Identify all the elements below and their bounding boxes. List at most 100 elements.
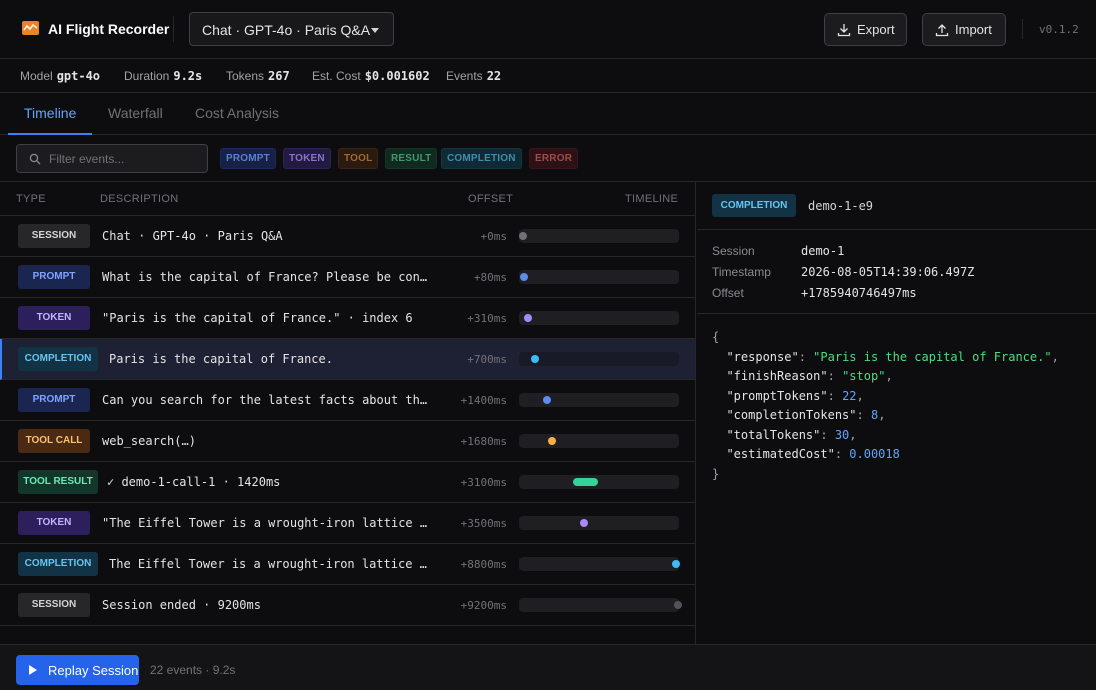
meta-value: 2026-08-05T14:39:06.497Z — [801, 265, 975, 279]
event-offset: +80ms — [473, 271, 507, 284]
event-detail-panel: COMPLETION demo-1-e9 Session demo-1 Time… — [697, 182, 1096, 644]
json-estimated-cost: 0.00018 — [849, 447, 900, 461]
meta-key: Timestamp — [712, 265, 771, 279]
timeline-marker — [580, 519, 588, 527]
timeline-track — [519, 229, 679, 243]
event-description: Session ended · 9200ms — [102, 598, 261, 612]
timeline-track — [519, 557, 680, 571]
timeline-marker — [543, 396, 551, 404]
stat-events: Events 22 — [446, 69, 502, 83]
header-divider — [1022, 19, 1023, 39]
chevron-down-icon — [371, 28, 379, 33]
table-row[interactable]: COMPLETION Paris is the capital of Franc… — [0, 339, 695, 380]
flight-recorder-logo-icon — [22, 21, 39, 35]
filter-chip-prompt[interactable]: PROMPT — [220, 148, 276, 169]
detail-event-id: demo-1-e9 — [808, 199, 874, 213]
detail-json-payload: { "response": "Paris is the capital of F… — [712, 330, 1059, 481]
event-type-badge: SESSION — [18, 593, 90, 617]
event-offset: +1400ms — [460, 394, 507, 407]
json-completion-tokens: 8 — [870, 408, 879, 422]
table-row[interactable]: PROMPT Can you search for the latest fac… — [0, 380, 695, 421]
event-type-badge: SESSION — [18, 224, 90, 248]
search-input[interactable] — [49, 150, 199, 168]
stat-tokens: Tokens 267 — [226, 69, 290, 83]
filter-chip-tool[interactable]: TOOL — [338, 148, 379, 169]
timeline-marker — [674, 601, 682, 609]
event-offset: +1680ms — [460, 435, 507, 448]
timeline-track — [519, 516, 679, 530]
event-type-badge: COMPLETION — [18, 347, 98, 371]
json-finish-reason: "stop" — [842, 369, 886, 383]
event-offset: +310ms — [467, 312, 507, 325]
event-description: "Paris is the capital of France." · inde… — [102, 311, 413, 325]
replay-session-button[interactable]: Replay Session — [16, 655, 139, 685]
export-button[interactable]: Export — [824, 13, 907, 46]
version-label: v0.1.2 — [1039, 23, 1079, 36]
detail-type-badge: COMPLETION — [712, 194, 796, 217]
tab-timeline[interactable]: Timeline — [24, 105, 76, 121]
event-offset: +3500ms — [460, 517, 507, 530]
event-type-badge: TOOL CALL — [18, 429, 90, 453]
timeline-marker — [548, 437, 556, 445]
table-row[interactable]: TOKEN "The Eiffel Tower is a wrought-iro… — [0, 503, 695, 544]
tab-waterfall[interactable]: Waterfall — [108, 105, 163, 121]
filter-chip-token[interactable]: TOKEN — [283, 148, 331, 169]
meta-key: Session — [712, 244, 755, 258]
event-offset: +8800ms — [460, 558, 507, 571]
detail-header: COMPLETION demo-1-e9 — [697, 182, 1096, 230]
event-type-badge: PROMPT — [18, 388, 90, 412]
event-description: Chat · GPT-4o · Paris Q&A — [102, 229, 283, 243]
event-list: TYPE DESCRIPTION OFFSET TIMELINE SESSION… — [0, 182, 696, 644]
timeline-marker — [520, 273, 528, 281]
import-label: Import — [955, 22, 992, 37]
event-type-badge: TOKEN — [18, 511, 90, 535]
filter-chip-completion[interactable]: COMPLETION — [441, 148, 522, 169]
import-button[interactable]: Import — [922, 13, 1006, 46]
column-header-type: TYPE — [16, 193, 46, 205]
view-tabs: Timeline Waterfall Cost Analysis — [0, 93, 1096, 135]
footer-bar: Replay Session 22 events · 9.2s — [0, 644, 1096, 690]
json-prompt-tokens: 22 — [842, 388, 857, 403]
table-row[interactable]: PROMPT What is the capital of France? Pl… — [0, 257, 695, 298]
column-header-description: DESCRIPTION — [100, 193, 179, 205]
event-description: Paris is the capital of France. — [109, 352, 333, 366]
event-description: Can you search for the latest facts abou… — [102, 393, 428, 407]
event-description: "The Eiffel Tower is a wrought-iron latt… — [102, 516, 428, 530]
event-offset: +700ms — [467, 353, 507, 366]
export-label: Export — [857, 22, 895, 37]
app-title: AI Flight Recorder — [48, 21, 170, 37]
tab-cost-analysis[interactable]: Cost Analysis — [195, 105, 279, 121]
table-row[interactable]: TOOL CALL web_search(…) +1680ms — [0, 421, 695, 462]
stat-model: Model gpt-4o — [20, 69, 101, 83]
timeline-marker — [524, 314, 532, 322]
timeline-track — [519, 311, 679, 325]
table-row[interactable]: SESSION Chat · GPT-4o · Paris Q&A +0ms — [0, 216, 695, 257]
table-row[interactable]: COMPLETION The Eiffel Tower is a wrought… — [0, 544, 695, 585]
event-description: ✓ demo-1-call-1 · 1420ms — [107, 475, 281, 489]
event-offset: +0ms — [480, 230, 508, 243]
timeline-track — [519, 598, 682, 612]
timeline-marker — [531, 355, 539, 363]
search-icon — [29, 153, 41, 165]
filter-chip-error[interactable]: ERROR — [529, 148, 579, 169]
table-row[interactable]: TOOL RESULT ✓ demo-1-call-1 · 1420ms +31… — [0, 462, 695, 503]
footer-event-summary: 22 events · 9.2s — [150, 663, 236, 677]
timeline-track — [519, 270, 679, 284]
meta-key: Offset — [712, 286, 744, 300]
event-description: What is the capital of France? Please be… — [102, 270, 428, 284]
session-stats-bar: Model gpt-4o Duration 9.2s Tokens 267 Est. … — [0, 59, 1096, 93]
event-type-badge: PROMPT — [18, 265, 90, 289]
stat-est-cost: Est. Cost $0.001602 — [312, 69, 430, 83]
event-description: The Eiffel Tower is a wrought-iron latti… — [109, 557, 427, 571]
table-row[interactable]: SESSION Session ended · 9200ms +9200ms — [0, 585, 695, 626]
event-type-badge: COMPLETION — [18, 552, 98, 576]
event-offset: +3100ms — [460, 476, 507, 489]
timeline-track — [519, 434, 679, 448]
session-select[interactable]: Chat · GPT-4o · Paris Q&A — [189, 12, 394, 46]
session-select-value: Chat · GPT-4o · Paris Q&A — [202, 22, 371, 38]
search-box[interactable] — [16, 144, 208, 173]
filter-chip-result[interactable]: RESULT — [385, 148, 438, 169]
event-offset: +9200ms — [460, 599, 507, 612]
table-row[interactable]: TOKEN "Paris is the capital of France." … — [0, 298, 695, 339]
event-type-badge: TOOL RESULT — [18, 470, 98, 494]
